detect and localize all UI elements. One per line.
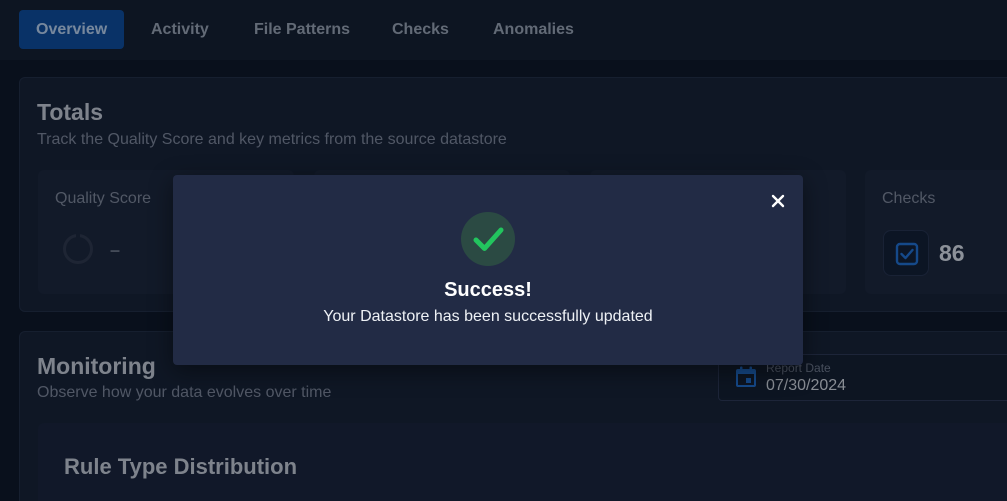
modal-message: Your Datastore has been successfully upd… [323, 308, 653, 325]
success-modal: Success! Your Datastore has been success… [173, 175, 803, 365]
success-check-icon [461, 212, 515, 266]
close-icon[interactable] [769, 192, 787, 210]
modal-title: Success! [444, 279, 532, 301]
